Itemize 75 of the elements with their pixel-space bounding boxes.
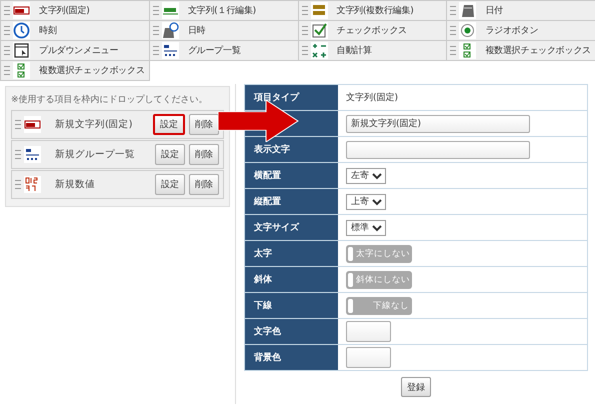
palette-item[interactable]: グループ一覧 [148,40,298,61]
field-label: 文字色 [254,325,281,338]
drag-handle-icon[interactable] [4,26,10,35]
palette-item[interactable]: 時刻 [0,20,150,41]
palette-item[interactable]: ラジオボタン [446,20,595,41]
delete-button[interactable]: 削除 [189,114,219,135]
form-item[interactable]: 新規グループ一覧 設定 削除 [11,140,224,169]
number-icon [24,176,41,193]
form-item[interactable]: 新規数値 設定 削除 [11,170,224,199]
field-label: 斜体 [254,274,272,286]
settings-button[interactable]: 設定 [155,174,185,195]
field-label: 下線 [254,300,272,312]
drag-handle-icon[interactable] [152,6,159,15]
radio-icon [459,22,476,39]
drag-handle-icon[interactable] [450,26,456,35]
drag-handle-icon[interactable] [4,6,10,15]
settings-button[interactable]: 設定 [153,114,185,135]
register-button[interactable]: 登録 [401,377,431,397]
drag-handle-icon[interactable] [15,120,21,129]
list-icon [24,146,41,163]
text-field-icon [24,116,41,133]
checklist-icon [13,62,30,79]
palette-item[interactable]: 文字列(１行編集) [148,0,298,21]
palette-item[interactable]: 自動計算 [298,40,448,61]
drag-handle-icon[interactable] [15,180,21,189]
hint-text: ※使用する項目を枠内にドロップしてください。 [11,93,209,106]
color-picker[interactable] [346,347,391,368]
field-label: 横配置 [254,169,281,182]
calendar-clock-icon [162,22,179,39]
list-icon [162,42,179,59]
palette-item[interactable]: プルダウンメニュー [0,40,150,61]
select-field[interactable]: 標準 [346,220,386,236]
palette-item[interactable]: 複数選択チェックボックス [0,60,150,81]
field-label: 文字サイズ [254,221,299,234]
drag-handle-icon[interactable] [302,6,308,15]
clock-icon [13,22,30,39]
text-field-icon [162,2,179,19]
drag-handle-icon[interactable] [4,46,10,55]
input-field[interactable]: 新規文字列(固定) [346,114,530,132]
palette-item[interactable]: 日付 [446,0,595,21]
calendar-icon [459,2,476,19]
drag-handle-icon[interactable] [450,46,456,55]
color-picker[interactable] [346,321,391,342]
text-field-icon [13,2,30,19]
palette-item[interactable]: チェックボックス [298,20,448,41]
delete-button[interactable]: 削除 [189,144,219,165]
drag-handle-icon[interactable] [302,46,308,55]
checkbox-icon [310,22,328,39]
select-field[interactable]: 左寄 [346,168,386,184]
field-label: 表示文字 [254,143,290,156]
field-value: 文字列(固定) [346,92,398,104]
delete-button[interactable]: 削除 [189,174,219,195]
drag-handle-icon[interactable] [152,26,159,35]
arrow-icon [218,100,300,142]
select-field[interactable]: 上寄 [346,194,386,210]
form-item[interactable]: 新規文字列(固定) 設定 削除 [11,110,224,139]
palette-item[interactable]: 複数選択チェックボックス [446,40,595,61]
dropdown-icon [13,42,30,59]
field-label: 項目タイプ [254,91,299,104]
field-label: 背景色 [254,351,281,364]
palette-item[interactable]: 文字列(複数行編集) [298,0,448,21]
checklist-icon [459,42,476,59]
calculator-icon [310,42,328,59]
input-field[interactable] [346,140,530,158]
settings-button[interactable]: 設定 [155,144,185,165]
drag-handle-icon[interactable] [450,6,456,15]
drag-handle-icon[interactable] [4,66,10,75]
palette-item[interactable]: 文字列(固定) [0,0,150,21]
text-area-icon [310,2,328,19]
drag-handle-icon[interactable] [302,26,308,35]
palette-item[interactable]: 日時 [148,20,298,41]
drag-handle-icon[interactable] [15,150,21,159]
field-label: 太字 [254,247,272,260]
field-label: 縦配置 [254,196,281,208]
drag-handle-icon[interactable] [152,46,159,55]
